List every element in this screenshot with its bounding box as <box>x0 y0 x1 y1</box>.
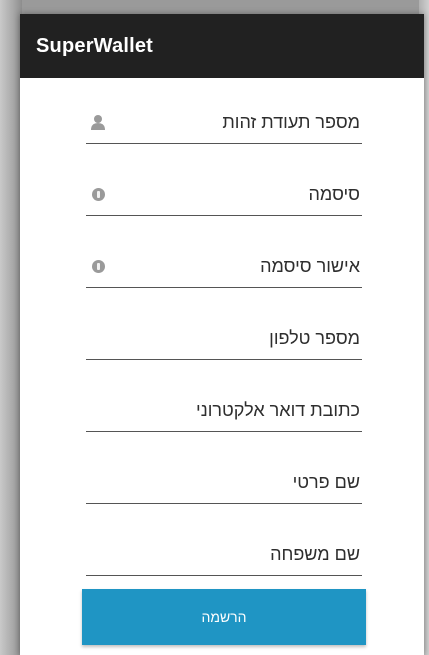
lock-icon <box>90 258 106 274</box>
lock-icon <box>90 186 106 202</box>
person-icon <box>90 114 106 130</box>
phone-field[interactable]: מספר טלפון <box>86 322 362 360</box>
email-label: כתובת דואר אלקטרוני <box>196 400 360 420</box>
app-bar: SuperWallet <box>20 14 424 78</box>
app-screen: SuperWallet מספר תעודת זהות סיסמה אישור … <box>20 14 424 655</box>
confirm-password-label: אישור סיסמה <box>260 256 360 276</box>
register-button[interactable]: הרשמה <box>82 589 366 645</box>
app-title: SuperWallet <box>36 34 154 57</box>
registration-form: מספר תעודת זהות סיסמה אישור סיסמה מספר ט… <box>86 106 362 576</box>
password-label: סיסמה <box>308 184 360 204</box>
phone-label: מספר טלפון <box>269 328 360 348</box>
first-name-field[interactable]: שם פרטי <box>86 466 362 504</box>
email-field[interactable]: כתובת דואר אלקטרוני <box>86 394 362 432</box>
first-name-label: שם פרטי <box>292 472 360 492</box>
window-shadow-left <box>0 0 22 655</box>
id-number-field[interactable]: מספר תעודת זהות <box>86 106 362 144</box>
confirm-password-field[interactable]: אישור סיסמה <box>86 250 362 288</box>
last-name-field[interactable]: שם משפחה <box>86 538 362 576</box>
password-field[interactable]: סיסמה <box>86 178 362 216</box>
last-name-label: שם משפחה <box>270 544 360 564</box>
id-number-label: מספר תעודת זהות <box>222 112 360 132</box>
